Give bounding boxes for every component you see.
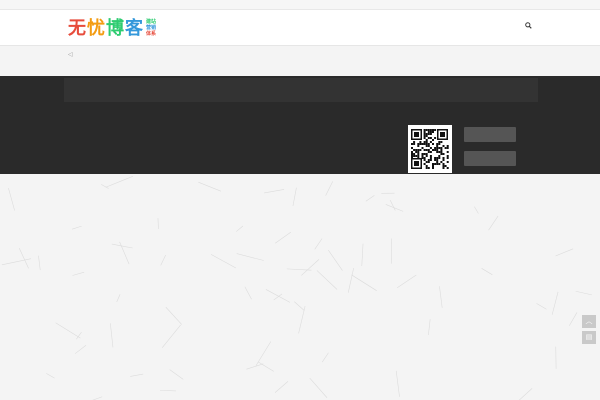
background-line <box>38 255 41 271</box>
background-line <box>385 204 404 212</box>
site-footer <box>0 76 600 174</box>
background-line <box>257 361 274 372</box>
background-line <box>18 248 29 269</box>
background-line <box>72 271 85 276</box>
breadcrumb-area: ◁ <box>0 46 600 76</box>
background-line <box>116 294 121 303</box>
background-line <box>301 259 320 276</box>
search-icon[interactable] <box>525 22 532 31</box>
background-line <box>536 303 547 310</box>
side-tools: ︿ ▤ <box>582 315 596 344</box>
background-line <box>575 290 592 296</box>
background-line <box>518 388 533 400</box>
friend-links-bar <box>64 78 538 102</box>
background-line <box>569 312 578 326</box>
background-line <box>8 188 15 211</box>
arrow-up-icon[interactable]: ︿ <box>582 315 596 328</box>
background-line <box>316 270 338 290</box>
background-line <box>555 248 574 257</box>
page: 无忧博客 建站 营销 体系 ◁ ︿ ▤ <box>0 0 600 400</box>
background-line <box>244 286 252 300</box>
wechat-button[interactable] <box>464 151 516 166</box>
background-line <box>397 274 417 288</box>
background-line <box>395 370 400 397</box>
background-line <box>365 195 375 202</box>
background-line <box>351 274 377 291</box>
background-line <box>428 319 431 336</box>
background-line <box>160 254 166 266</box>
background-line <box>74 345 87 354</box>
background-line <box>210 254 237 269</box>
background-line <box>110 323 114 348</box>
background-line <box>165 306 182 325</box>
background-line <box>161 324 181 348</box>
background-line <box>76 332 82 340</box>
logo-text: 无忧博客 <box>68 18 144 39</box>
chat-icon[interactable]: ▤ <box>582 331 596 344</box>
background-line <box>327 249 343 271</box>
background-line <box>275 231 292 244</box>
background-line <box>264 189 285 194</box>
background-line <box>292 187 297 207</box>
background-line <box>551 291 559 315</box>
background-line <box>265 289 291 303</box>
background-line <box>236 225 244 232</box>
background-line <box>198 181 222 192</box>
background-line <box>119 241 130 265</box>
background-line <box>309 377 328 398</box>
speaker-icon: ◁ <box>68 51 73 58</box>
breadcrumb: ◁ <box>68 51 77 58</box>
site-logo[interactable]: 无忧博客 建站 营销 体系 <box>68 16 160 42</box>
background-line <box>439 286 443 308</box>
background-line <box>298 305 306 334</box>
background-line <box>325 181 333 196</box>
background-line <box>160 389 176 392</box>
qr-code <box>408 125 452 173</box>
background-line <box>246 363 264 370</box>
background-line <box>130 373 144 377</box>
background-line <box>105 175 134 188</box>
background-line <box>347 267 354 293</box>
background-line <box>55 322 81 339</box>
background-line <box>361 243 364 267</box>
background-line <box>273 293 283 301</box>
background-line <box>255 341 272 366</box>
background-line <box>46 373 55 379</box>
logo-tags: 建站 营销 体系 <box>146 19 157 37</box>
background-line <box>236 253 264 261</box>
background-line <box>169 369 184 380</box>
qq-button[interactable] <box>464 127 516 142</box>
background-line <box>72 225 82 230</box>
background-line <box>474 206 479 214</box>
background-line <box>481 268 493 276</box>
background-line <box>274 381 289 393</box>
top-bar <box>0 0 600 10</box>
background-line <box>488 215 499 231</box>
background-line <box>322 352 329 363</box>
background-line <box>314 238 323 250</box>
background-line <box>389 199 396 211</box>
background-line <box>294 301 305 311</box>
site-header: 无忧博客 建站 营销 体系 <box>0 10 600 46</box>
